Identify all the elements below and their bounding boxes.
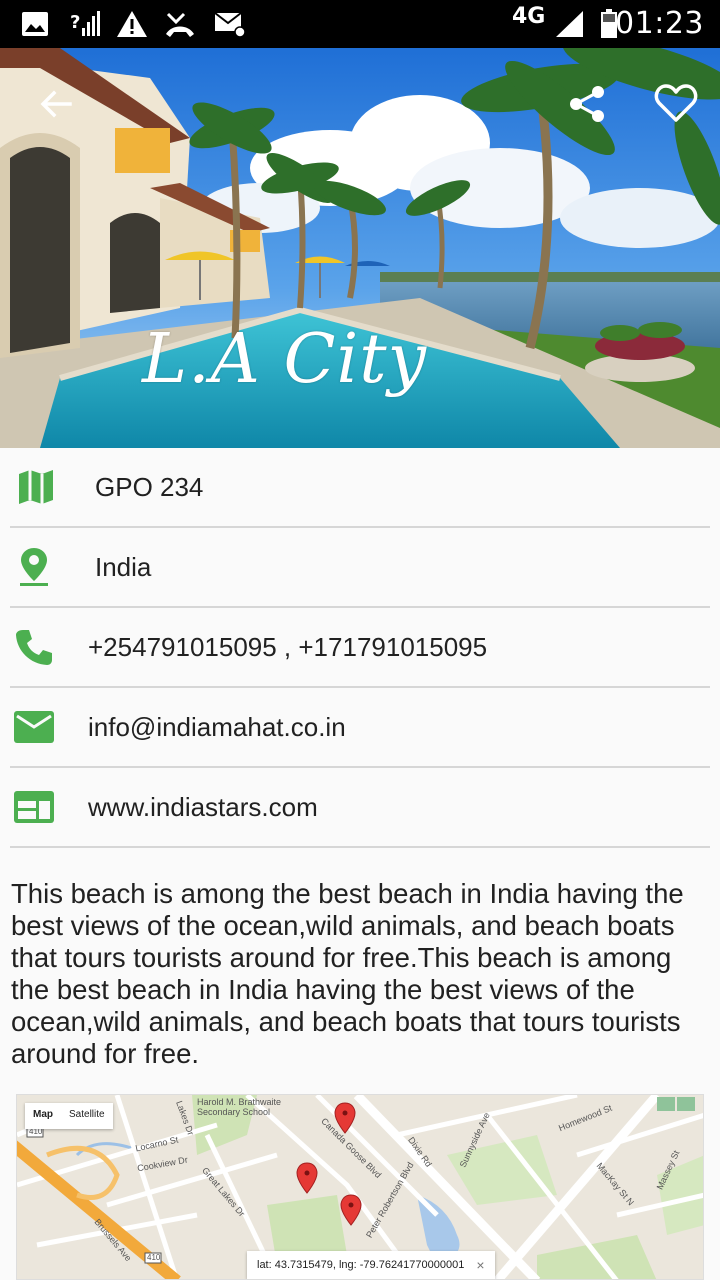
image-icon xyxy=(20,10,50,38)
hero-image: L.A City xyxy=(0,48,720,448)
email-text[interactable]: info@indiamahat.co.in xyxy=(88,712,346,743)
close-icon[interactable]: × xyxy=(476,1257,484,1273)
map-type-toggle: Map Satellite xyxy=(25,1103,113,1129)
info-row-website[interactable]: www.indiastars.com xyxy=(10,768,710,848)
coordinates-text: lat: 43.7315479, lng: -79.76241770000001 xyxy=(257,1259,465,1271)
map-label: Harold M. Brathwaite xyxy=(197,1097,282,1107)
country-text: India xyxy=(95,551,152,582)
contact-info-list: GPO 234 India +254791015095 , +171791015… xyxy=(10,448,710,848)
no-signal-icon: ? xyxy=(70,10,100,38)
map-label: Secondary School xyxy=(197,1107,271,1117)
info-row-phone[interactable]: +254791015095 , +171791015095 xyxy=(10,608,710,688)
missed-call-icon xyxy=(164,10,196,38)
hero-title: L.A City xyxy=(142,320,428,399)
map-route-label: 410 xyxy=(147,1253,161,1262)
svg-text:?: ? xyxy=(70,12,80,33)
phone-numbers-text[interactable]: +254791015095 , +171791015095 xyxy=(88,632,487,663)
address-text: GPO 234 xyxy=(95,471,204,502)
signal-icon xyxy=(554,10,586,38)
refresh-icon[interactable] xyxy=(657,1097,675,1111)
info-row-country: India xyxy=(10,528,710,608)
back-button[interactable] xyxy=(28,76,84,132)
fullscreen-icon[interactable] xyxy=(677,1097,695,1111)
info-row-address: GPO 234 xyxy=(10,448,710,528)
warning-icon xyxy=(116,10,148,38)
map-icon xyxy=(16,467,56,507)
share-icon xyxy=(570,86,604,122)
map-controls xyxy=(657,1097,695,1111)
share-button[interactable] xyxy=(560,76,616,132)
favorite-button[interactable] xyxy=(648,76,704,132)
website-text[interactable]: www.indiastars.com xyxy=(88,792,318,823)
map-coordinates-popup: lat: 43.7315479, lng: -79.76241770000001… xyxy=(247,1251,495,1279)
email-settings-icon xyxy=(214,10,246,38)
network-type: 4G xyxy=(512,4,546,29)
map-tab[interactable]: Map xyxy=(25,1103,61,1129)
email-icon xyxy=(14,707,54,747)
satellite-tab[interactable]: Satellite xyxy=(61,1103,113,1129)
heart-outline-icon xyxy=(654,84,698,122)
info-row-email[interactable]: info@indiamahat.co.in xyxy=(10,688,710,768)
web-icon xyxy=(14,787,54,827)
map-view[interactable]: Harold M. Brathwaite Secondary School Lo… xyxy=(16,1094,704,1280)
arrow-back-icon xyxy=(40,90,72,118)
status-time: 01:23 xyxy=(615,6,704,41)
phone-icon xyxy=(14,627,54,667)
location-pin-icon xyxy=(14,547,54,587)
status-bar: ? 4G 01:23 xyxy=(0,0,720,48)
description-text: This beach is among the best beach in In… xyxy=(11,878,684,1069)
